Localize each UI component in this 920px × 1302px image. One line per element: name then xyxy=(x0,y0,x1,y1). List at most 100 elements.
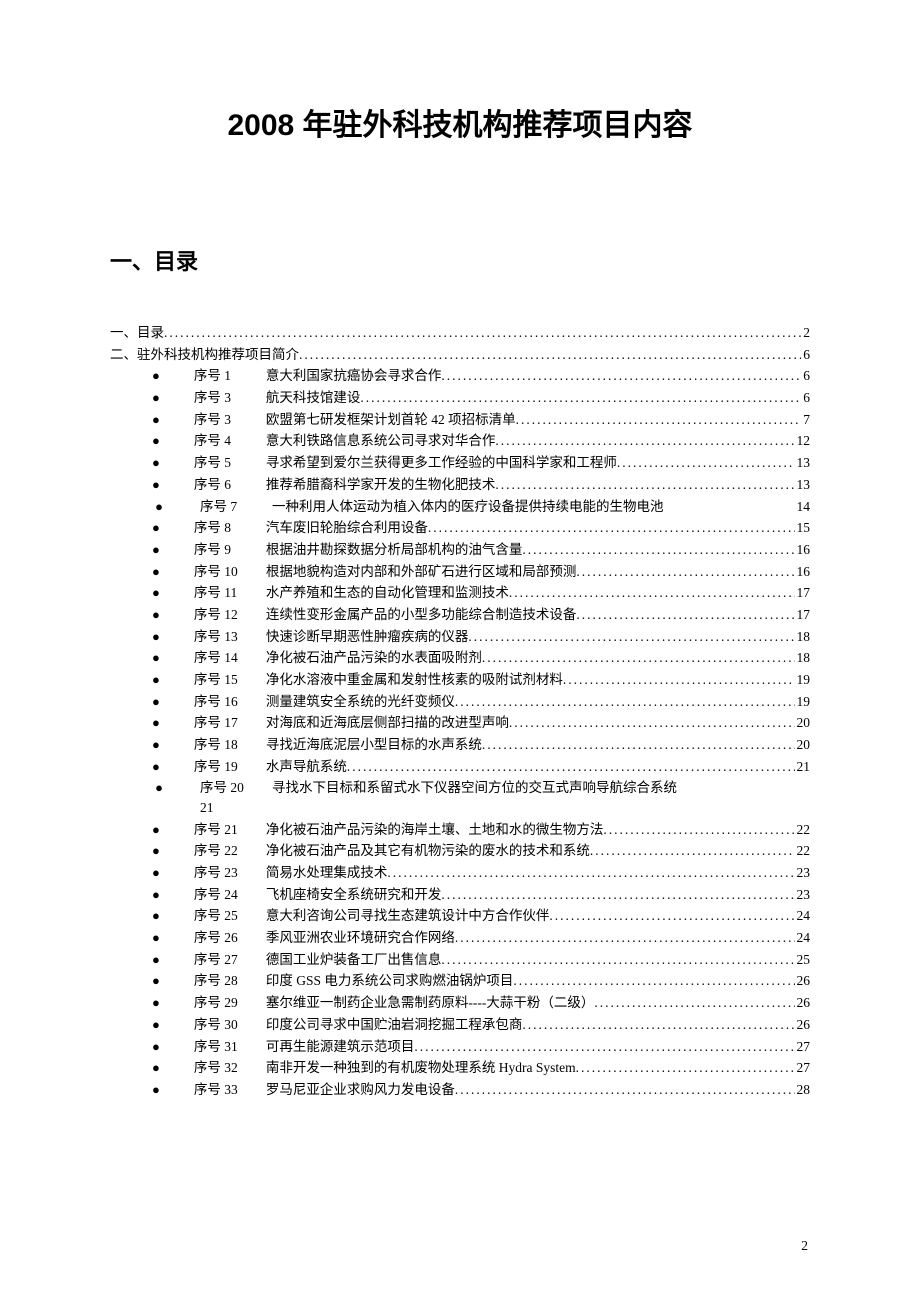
bullet-icon: ● xyxy=(152,391,160,404)
toc-entry-page: 21 xyxy=(795,760,811,774)
toc-top-entry: 一、目录2 xyxy=(110,326,810,340)
toc-leader-dots xyxy=(594,996,794,1010)
toc-leader-dots xyxy=(482,738,795,752)
toc-entry-label: 序号 20 xyxy=(200,781,272,795)
toc-entry: ●序号 15净化水溶液中重金属和发射性核素的吸附试剂材料19 xyxy=(110,673,810,687)
bullet-icon: ● xyxy=(152,781,166,794)
toc-entry-page: 12 xyxy=(795,434,811,448)
bullet-icon: ● xyxy=(152,586,160,599)
toc-entry: ●序号 6推荐希腊裔科学家开发的生物化肥技术13 xyxy=(110,478,810,492)
toc-entry-page: 7 xyxy=(801,413,810,427)
toc-entry: ●序号 24飞机座椅安全系统研究和开发23 xyxy=(110,888,810,902)
toc-entry: ●序号 20寻找水下目标和系留式水下仪器空间方位的交互式声响导航综合系统 xyxy=(110,781,810,795)
bullet-icon: ● xyxy=(152,434,160,447)
toc-entry-label: 序号 3 xyxy=(194,413,266,427)
toc-entry-desc: 根据地貌构造对内部和外部矿石进行区域和局部预测 xyxy=(266,565,577,579)
toc-entry-desc: 塞尔维亚一制药企业急需制药原料----大蒜干粉（二级） xyxy=(266,996,594,1010)
toc-entry: ●序号 13快速诊断早期恶性肿瘤疾病的仪器18 xyxy=(110,630,810,644)
toc-entry-desc: 净化被石油产品污染的水表面吸附剂 xyxy=(266,651,482,665)
document-title: 2008 年驻外科技机构推荐项目内容 xyxy=(110,100,810,144)
bullet-icon: ● xyxy=(152,760,160,773)
toc-leader-dots xyxy=(563,673,795,687)
toc-entry-text: 二、驻外科技机构推荐项目简介 xyxy=(110,348,299,362)
toc-entry-label: 序号 24 xyxy=(194,888,266,902)
bullet-icon: ● xyxy=(152,651,160,664)
bullet-icon: ● xyxy=(152,369,160,382)
toc-entry-desc: 水声导航系统 xyxy=(266,760,347,774)
bullet-icon: ● xyxy=(152,1040,160,1053)
page-number: 2 xyxy=(801,1238,808,1254)
toc-entry-label: 序号 25 xyxy=(194,909,266,923)
toc-entry-page: 23 xyxy=(795,866,811,880)
toc-leader-dots xyxy=(495,434,794,448)
toc-entry-label: 序号 22 xyxy=(194,844,266,858)
toc-entry-page: 18 xyxy=(795,630,811,644)
toc-entry-desc: 简易水处理集成技术 xyxy=(266,866,388,880)
toc-entry-label: 序号 30 xyxy=(194,1018,266,1032)
toc-entry-page: 22 xyxy=(795,823,811,837)
toc-entry-desc: 净化被石油产品污染的海岸土壤、土地和水的微生物方法 xyxy=(266,823,604,837)
toc-leader-dots xyxy=(549,909,794,923)
toc-leader-dots xyxy=(299,348,801,362)
toc-entry-desc: 南非开发一种独到的有机废物处理系统 Hydra System xyxy=(266,1061,576,1075)
toc-entry-label: 序号 29 xyxy=(194,996,266,1010)
toc-entry-label: 序号 16 xyxy=(194,695,266,709)
toc-entry: ●序号 1意大利国家抗癌协会寻求合作6 xyxy=(110,369,810,383)
toc-entry-desc: 意大利咨询公司寻找生态建筑设计中方合作伙伴 xyxy=(266,909,550,923)
toc-leader-dots xyxy=(441,953,794,967)
toc-top-entry: 二、驻外科技机构推荐项目简介6 xyxy=(110,348,810,362)
toc-entry-page: 27 xyxy=(795,1040,811,1054)
toc-entry: ●序号 26季风亚洲农业环境研究合作网络24 xyxy=(110,931,810,945)
toc-entry: ●序号 31可再生能源建筑示范项目27 xyxy=(110,1040,810,1054)
toc-entry-page: 6 xyxy=(801,391,810,405)
toc-entry-label: 序号 21 xyxy=(194,823,266,837)
toc-leader-dots xyxy=(576,565,794,579)
toc-entry-page: 20 xyxy=(795,738,811,752)
toc-entry-desc: 快速诊断早期恶性肿瘤疾病的仪器 xyxy=(266,630,469,644)
bullet-icon: ● xyxy=(152,931,160,944)
toc-entry-desc: 可再生能源建筑示范项目 xyxy=(266,1040,415,1054)
toc-entry-page: 22 xyxy=(795,844,811,858)
toc-entry-desc: 航天科技馆建设 xyxy=(266,391,361,405)
toc-entry: ●序号 33罗马尼亚企业求购风力发电设备28 xyxy=(110,1083,810,1097)
toc-entry-label: 序号 12 xyxy=(194,608,266,622)
toc-entry: ●序号 5寻求希望到爱尔兰获得更多工作经验的中国科学家和工程师13 xyxy=(110,456,810,470)
bullet-icon: ● xyxy=(152,1061,160,1074)
toc-entry-desc: 水产养殖和生态的自动化管理和监测技术 xyxy=(266,586,509,600)
toc-entry-page: 23 xyxy=(795,888,811,902)
bullet-icon: ● xyxy=(152,844,160,857)
toc-entry-page: 14 xyxy=(795,500,811,514)
toc-entry-page: 13 xyxy=(795,478,811,492)
toc-entry-text: 一、目录 xyxy=(110,326,164,340)
toc-entry-label: 序号 6 xyxy=(194,478,266,492)
toc-entry: ●序号 17对海底和近海底层侧部扫描的改进型声响20 xyxy=(110,716,810,730)
toc-entry-continuation: 21 xyxy=(200,801,810,815)
toc-leader-dots xyxy=(387,866,794,880)
bullet-icon: ● xyxy=(152,695,160,708)
bullet-icon: ● xyxy=(152,953,160,966)
toc-entry-page: 19 xyxy=(795,695,811,709)
toc-entry-desc: 寻找近海底泥层小型目标的水声系统 xyxy=(266,738,482,752)
toc-entry-label: 序号 15 xyxy=(194,673,266,687)
bullet-icon: ● xyxy=(152,866,160,879)
toc-entry: ●序号 29塞尔维亚一制药企业急需制药原料----大蒜干粉（二级）26 xyxy=(110,996,810,1010)
toc-entry: ●序号 14净化被石油产品污染的水表面吸附剂18 xyxy=(110,651,810,665)
toc-entry-desc: 意大利国家抗癌协会寻求合作 xyxy=(266,369,442,383)
toc-leader-dots xyxy=(516,413,802,427)
toc-entry-desc: 对海底和近海底层侧部扫描的改进型声响 xyxy=(266,716,509,730)
toc-entry-page: 25 xyxy=(795,953,811,967)
bullet-icon: ● xyxy=(152,716,160,729)
toc-entry-label: 序号 32 xyxy=(194,1061,266,1075)
toc-entry: ●序号 22净化被石油产品及其它有机物污染的废水的技术和系统22 xyxy=(110,844,810,858)
toc-entry-label: 序号 17 xyxy=(194,716,266,730)
toc-entry-label: 序号 26 xyxy=(194,931,266,945)
toc-entry: ●序号 23简易水处理集成技术23 xyxy=(110,866,810,880)
toc-leader-dots xyxy=(455,931,795,945)
toc-entry-label: 序号 1 xyxy=(194,369,266,383)
bullet-icon: ● xyxy=(152,521,160,534)
toc-entry-desc: 推荐希腊裔科学家开发的生物化肥技术 xyxy=(266,478,496,492)
section-heading: 一、目录 xyxy=(110,244,810,276)
toc-leader-dots xyxy=(513,974,794,988)
bullet-icon: ● xyxy=(152,996,160,1009)
toc-leader-dots xyxy=(414,1040,794,1054)
